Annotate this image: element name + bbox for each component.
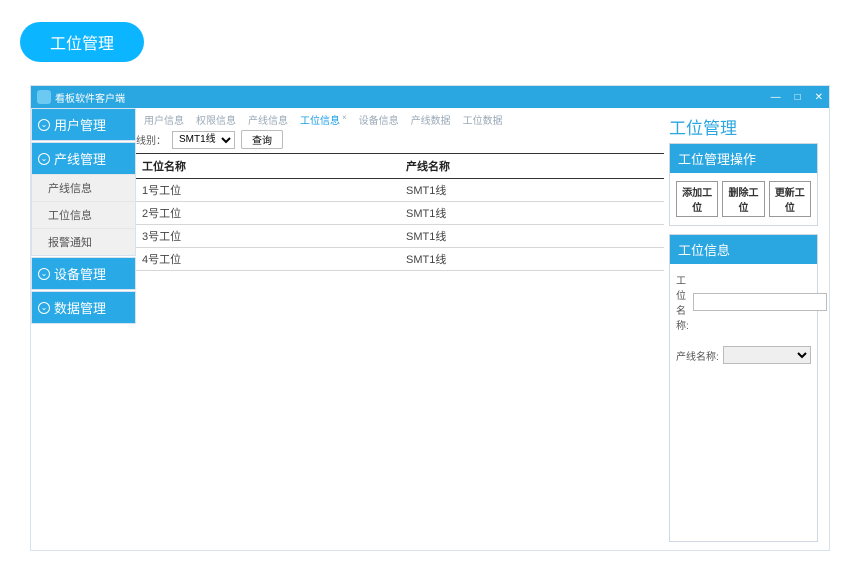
titlebar: 看板软件客户端 — □ ✕ bbox=[31, 86, 829, 108]
query-button[interactable]: 查询 bbox=[241, 130, 283, 149]
field-label: 工位名称: bbox=[676, 272, 689, 332]
menu-item[interactable]: 设备信息 bbox=[359, 112, 399, 127]
table-cell: SMT1线 bbox=[400, 225, 664, 248]
main-content: 线别： SMT1线 查询 工位名称产线名称 1号工位SMT1线2号工位SMT1线… bbox=[136, 130, 664, 271]
chevron-down-icon: ⌄ bbox=[38, 302, 50, 314]
operations-header: 工位管理操作 bbox=[670, 144, 817, 173]
window-title: 看板软件客户端 bbox=[55, 90, 125, 105]
app-icon bbox=[37, 90, 51, 104]
action-button[interactable]: 添加工位 bbox=[676, 181, 718, 217]
page-pill: 工位管理 bbox=[20, 22, 144, 62]
right-panel: 工位管理 工位管理操作 添加工位删除工位更新工位 工位信息 工位名称: 产线名称: bbox=[669, 108, 824, 550]
table-row[interactable]: 1号工位SMT1线 bbox=[136, 179, 664, 202]
table-cell: 3号工位 bbox=[136, 225, 400, 248]
sidebar-title: 用户管理 bbox=[54, 115, 106, 134]
maximize-button[interactable]: □ bbox=[795, 92, 801, 103]
station-table: 工位名称产线名称 1号工位SMT1线2号工位SMT1线3号工位SMT1线4号工位… bbox=[136, 153, 664, 271]
sidebar-title: 数据管理 bbox=[54, 298, 106, 317]
menu-item[interactable]: 产线数据 bbox=[411, 112, 451, 127]
table-header: 工位名称 bbox=[136, 154, 400, 179]
table-cell: 1号工位 bbox=[136, 179, 400, 202]
sidebar-item[interactable]: 工位信息 bbox=[32, 201, 135, 228]
right-panel-title: 工位管理 bbox=[669, 114, 818, 139]
filter-label: 线别： bbox=[136, 132, 166, 147]
field-label: 产线名称: bbox=[676, 348, 719, 363]
sidebar-title: 设备管理 bbox=[54, 264, 106, 283]
info-box: 工位信息 工位名称: 产线名称: bbox=[669, 234, 818, 542]
close-button[interactable]: ✕ bbox=[815, 92, 823, 103]
action-button[interactable]: 更新工位 bbox=[769, 181, 811, 217]
line-name-select[interactable] bbox=[723, 346, 811, 364]
menu-item[interactable]: 工位数据 bbox=[463, 112, 503, 127]
table-cell: SMT1线 bbox=[400, 248, 664, 271]
sidebar-header[interactable]: ⌄ 数据管理 bbox=[32, 292, 135, 323]
menu-item[interactable]: 用户信息 bbox=[144, 112, 184, 127]
chevron-down-icon: ⌄ bbox=[38, 153, 50, 165]
table-row[interactable]: 3号工位SMT1线 bbox=[136, 225, 664, 248]
table-cell: 2号工位 bbox=[136, 202, 400, 225]
form-row: 工位名称: bbox=[676, 272, 811, 332]
table-cell: SMT1线 bbox=[400, 179, 664, 202]
table-header: 产线名称 bbox=[400, 154, 664, 179]
table-row[interactable]: 2号工位SMT1线 bbox=[136, 202, 664, 225]
table-cell: SMT1线 bbox=[400, 202, 664, 225]
info-header: 工位信息 bbox=[670, 235, 817, 264]
form-row: 产线名称: bbox=[676, 346, 811, 364]
sidebar-header[interactable]: ⌄ 用户管理 bbox=[32, 109, 135, 140]
close-tab-icon[interactable]: × bbox=[342, 113, 347, 122]
menu-item[interactable]: 产线信息 bbox=[248, 112, 288, 127]
sidebar: ⌄ 用户管理 ⌄ 产线管理产线信息工位信息报警通知 ⌄ 设备管理 ⌄ 数据管理 bbox=[31, 108, 136, 324]
action-button[interactable]: 删除工位 bbox=[722, 181, 764, 217]
sidebar-item[interactable]: 报警通知 bbox=[32, 228, 135, 255]
sidebar-title: 产线管理 bbox=[54, 149, 106, 168]
chevron-down-icon: ⌄ bbox=[38, 119, 50, 131]
operations-box: 工位管理操作 添加工位删除工位更新工位 bbox=[669, 143, 818, 226]
line-select[interactable]: SMT1线 bbox=[172, 131, 235, 149]
chevron-down-icon: ⌄ bbox=[38, 268, 50, 280]
station-name-input[interactable] bbox=[693, 293, 827, 311]
sidebar-header[interactable]: ⌄ 产线管理 bbox=[32, 143, 135, 174]
minimize-button[interactable]: — bbox=[771, 92, 781, 103]
table-cell: 4号工位 bbox=[136, 248, 400, 271]
table-row[interactable]: 4号工位SMT1线 bbox=[136, 248, 664, 271]
sidebar-item[interactable]: 产线信息 bbox=[32, 174, 135, 201]
menu-item[interactable]: 工位信息 bbox=[300, 112, 340, 127]
sidebar-header[interactable]: ⌄ 设备管理 bbox=[32, 258, 135, 289]
filter-bar: 线别： SMT1线 查询 bbox=[136, 130, 664, 149]
menu-item[interactable]: 权限信息 bbox=[196, 112, 236, 127]
